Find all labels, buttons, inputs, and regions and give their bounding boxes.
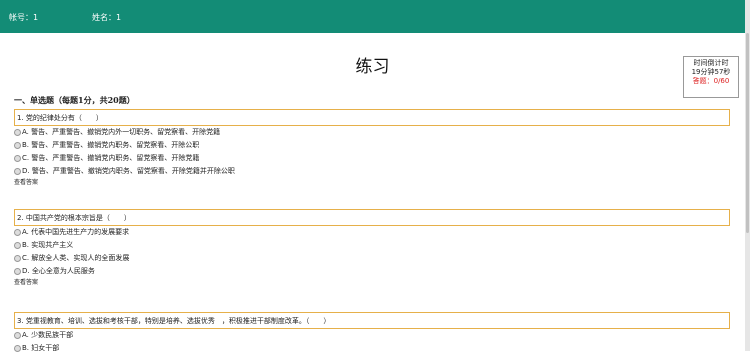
option-d[interactable]: D. 警告、严重警告、撤销党内职务、留党察看、开除党籍并开除公职 [14,165,730,178]
scrollbar[interactable] [745,0,750,351]
option-c[interactable]: C. 解放全人类、实现人的全面发展 [14,252,730,265]
option-label: A. 警告、严重警告、撤销党内外一切职务、留党察看、开除党籍 [22,128,221,136]
radio-button[interactable] [14,141,21,149]
radio-button[interactable] [14,254,21,262]
radio-button[interactable] [14,154,21,162]
timer-remaining: 19分钟57秒 [691,68,731,76]
option-a[interactable]: A. 警告、严重警告、撤销党内外一切职务、留党察看、开除党籍 [14,126,730,139]
radio-button[interactable] [14,331,21,339]
timer-label: 时间倒计时 [693,59,729,67]
page-title: 练习 [355,57,390,77]
view-answer-link[interactable]: 查看答案 [14,278,730,287]
option-a[interactable]: A. 少数民族干部 [14,329,730,342]
question-text-box: 3. 党重视教育、培训、选拔和考核干部，特别是培养、选拔优秀 ，积极推进干部制度… [14,312,730,329]
option-label: C. 解放全人类、实现人的全面发展 [22,254,130,262]
option-b[interactable]: B. 警告、严重警告、撤销党内职务、留党察看、开除公职 [14,139,730,152]
option-label: B. 警告、严重警告、撤销党内职务、留党察看、开除公职 [22,141,200,149]
radio-button[interactable] [14,241,21,249]
option-b[interactable]: B. 妇女干部 [14,342,730,355]
radio-button[interactable] [14,267,21,275]
option-label: D. 全心全意为人民服务 [22,267,95,275]
option-label: D. 警告、严重警告、撤销党内职务、留党察看、开除党籍并开除公职 [22,167,235,175]
user-name-label: 姓名：1 [92,13,122,22]
countdown-timer: 时间倒计时 19分钟57秒 答题：0/60 [683,56,739,98]
answered-value: 0/60 [713,77,730,85]
radio-button[interactable] [14,344,21,352]
option-a[interactable]: A. 代表中国先进生产力的发展要求 [14,226,730,239]
question-2: 2. 中国共产党的根本宗旨是（ ） A. 代表中国先进生产力的发展要求 B. 实… [14,209,730,287]
radio-button[interactable] [14,228,21,236]
question-3: 3. 党重视教育、培训、选拔和考核干部，特别是培养、选拔优秀 ，积极推进干部制度… [14,312,730,355]
option-b[interactable]: B. 实现共产主义 [14,239,730,252]
option-label: C. 警告、严重警告、撤销党内职务、留党察看、开除党籍 [22,154,200,162]
scrollbar-thumb[interactable] [746,33,749,233]
radio-button[interactable] [14,128,21,136]
question-text: 1. 党的纪律处分有（ ） [17,114,103,122]
account-label: 帐号：1 [9,13,39,22]
answered-count: 答题：0/60 [684,77,738,86]
option-label: B. 实现共产主义 [22,241,74,249]
question-1: 1. 党的纪律处分有（ ） A. 警告、严重警告、撤销党内外一切职务、留党察看、… [14,109,730,187]
top-bar: 帐号：1 姓名：1 [0,0,745,33]
option-d[interactable]: D. 全心全意为人民服务 [14,265,730,278]
question-text-box: 1. 党的纪律处分有（ ） [14,109,730,126]
view-answer-link[interactable]: 查看答案 [14,178,730,187]
option-label: A. 代表中国先进生产力的发展要求 [22,228,130,236]
question-text: 2. 中国共产党的根本宗旨是（ ） [17,214,131,222]
radio-button[interactable] [14,167,21,175]
question-text: 3. 党重视教育、培训、选拔和考核干部，特别是培养、选拔优秀 ，积极推进干部制度… [17,317,331,325]
option-label: A. 少数民族干部 [22,331,74,339]
option-c[interactable]: C. 警告、严重警告、撤销党内职务、留党察看、开除党籍 [14,152,730,165]
answered-label: 答题： [692,77,714,85]
section-title: 一、单选题（每题1分，共20题） [14,95,135,105]
question-text-box: 2. 中国共产党的根本宗旨是（ ） [14,209,730,226]
